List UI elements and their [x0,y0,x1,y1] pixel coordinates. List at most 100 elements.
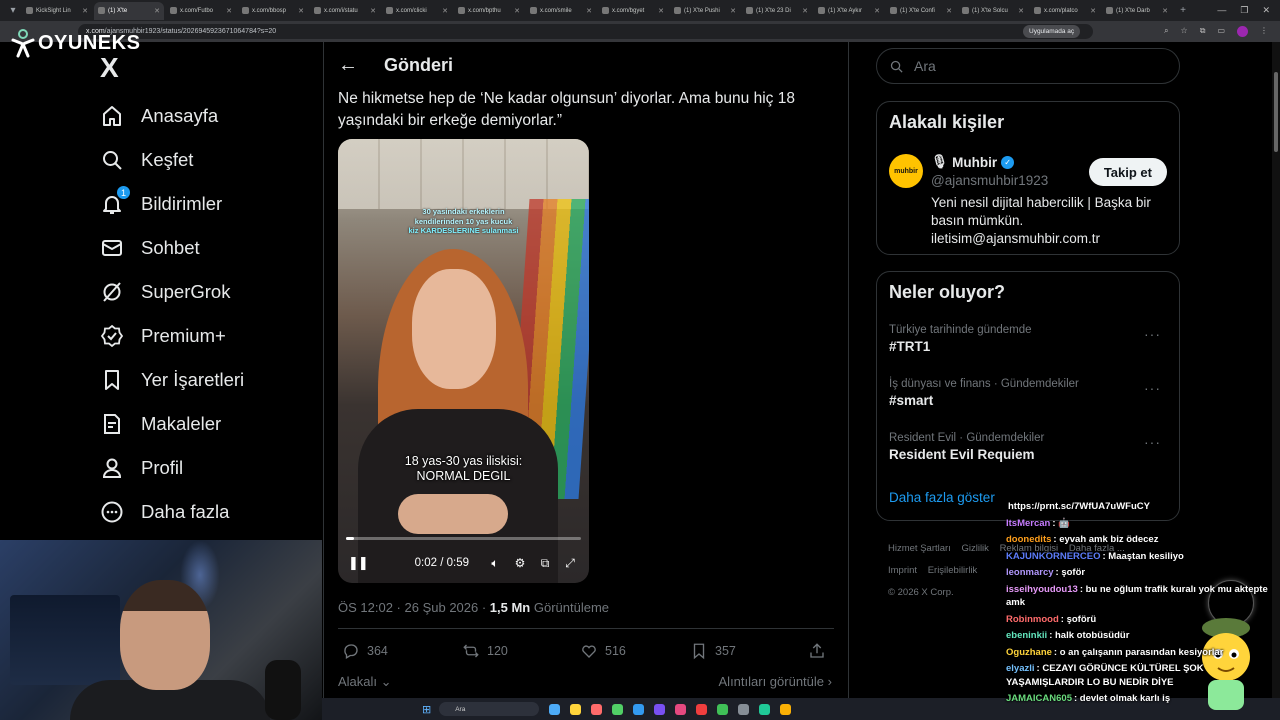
windows-start-icon[interactable]: ⊞ [422,703,431,716]
browser-tab[interactable]: KickSight Lin ✕ [22,2,92,20]
post-time[interactable]: ÖS 12:02 [338,600,393,615]
browser-tab[interactable]: x.com/clicki ✕ [382,2,452,20]
trend-item[interactable]: Resident Evil · Gündemdekiler Resident E… [889,432,1169,462]
nav-item-articles[interactable]: Makaleler [100,402,244,446]
post-date[interactable]: 26 Şub 2026 [405,600,479,615]
nav-item-notifications[interactable]: 1 Bildirimler [100,182,244,226]
taskbar-folder-icon[interactable] [570,703,582,715]
browser-tab[interactable]: x.com/Futbo ✕ [166,2,236,20]
taskbar-search[interactable]: Ara [439,702,540,716]
view-quotes-link[interactable]: Alıntıları görüntüle › [719,674,832,689]
zoom-icon[interactable]: ⌕ [1164,26,1168,37]
close-window-icon[interactable]: ✕ [1262,5,1270,16]
new-tab-button[interactable]: + [1174,3,1192,19]
tab-close-icon[interactable]: ✕ [1018,7,1024,15]
taskbar-chrome-icon[interactable] [612,703,624,715]
taskbar-app-icon[interactable] [675,703,687,715]
picture-in-picture-icon[interactable]: ⧉ [536,556,554,571]
footer-link[interactable]: Gizlilik [961,543,988,554]
sidebar-icon[interactable]: ▭ [1217,26,1225,37]
taskbar-app-icon[interactable] [738,703,750,715]
bookmark-button[interactable]: 357 [690,642,808,660]
nav-item-home[interactable]: Anasayfa [100,94,244,138]
tab-close-icon[interactable]: ✕ [946,7,952,15]
trend-item[interactable]: Türkiye tarihinde gündemde #TRT1 ··· [889,324,1169,354]
browser-tab[interactable]: (1) X'te Solcu ✕ [958,2,1028,20]
browser-tab[interactable]: x.com/i/statu ✕ [310,2,380,20]
menu-icon[interactable]: ⋮ [1260,26,1268,37]
open-in-app-chip[interactable]: Uygulamada aç [1023,25,1081,38]
taskbar-app-icon[interactable] [549,703,561,715]
browser-tab[interactable]: x.com/smile ✕ [526,2,596,20]
browser-tab[interactable]: x.com/bbosp ✕ [238,2,308,20]
browser-tab[interactable]: (1) X'te Aykır ✕ [814,2,884,20]
volume-icon[interactable]: 🔈︎ [486,556,504,571]
restore-icon[interactable]: ❐ [1240,5,1248,16]
tab-close-icon[interactable]: ✕ [514,7,520,15]
star-icon[interactable]: ☆ [1181,26,1188,37]
profile-avatar-icon[interactable] [1237,26,1248,37]
nav-item-profile[interactable]: Profil [100,446,244,490]
browser-tab[interactable]: (1) X'te Confi ✕ [886,2,956,20]
show-more-link[interactable]: Daha fazla göster [889,490,995,505]
pause-icon[interactable]: ❚❚ [348,555,369,571]
person-handle[interactable]: @ajansmuhbir1923 [931,173,1048,188]
tab-close-icon[interactable]: ✕ [874,7,880,15]
avatar[interactable]: muhbir [889,154,923,188]
sort-relevant-dropdown[interactable]: Alakalı ⌄ [338,674,392,690]
tab-close-icon[interactable]: ✕ [298,7,304,15]
footer-link[interactable]: Imprint [888,565,917,576]
video-progress-bar[interactable] [346,537,581,540]
trend-item[interactable]: İş dünyası ve finans · Gündemdekiler #sm… [889,378,1169,408]
reply-button[interactable]: 364 [342,642,462,660]
settings-icon[interactable]: ⚙︎ [511,556,529,570]
person-name[interactable]: 🎙︎ Muhbir ✓ [931,154,1015,170]
browser-tab[interactable]: (1) X'te Darb ✕ [1102,2,1172,20]
more-options-icon[interactable]: ··· [1144,326,1161,342]
tab-close-icon[interactable]: ✕ [82,7,88,15]
nav-item-supergrok[interactable]: SuperGrok [100,270,244,314]
browser-tab[interactable]: (1) X'te ✕ [94,1,164,20]
search-input[interactable]: Ara [876,48,1180,84]
like-button[interactable]: 516 [580,642,690,660]
more-options-icon[interactable]: ··· [1144,434,1161,450]
nav-item-messages[interactable]: Sohbet [100,226,244,270]
footer-link[interactable]: Hizmet Şartları [888,543,951,554]
follow-button[interactable]: Takip et [1088,158,1167,186]
tab-close-icon[interactable]: ✕ [226,7,232,15]
taskbar-discord-icon[interactable] [654,703,666,715]
tab-close-icon[interactable]: ✕ [1162,7,1168,15]
taskbar-app-icon[interactable] [591,703,603,715]
back-arrow-icon[interactable]: ← [338,54,358,77]
fullscreen-icon[interactable]: ⤢ [561,556,579,571]
browser-tab[interactable]: x.com/bpthu ✕ [454,2,524,20]
browser-tab[interactable]: (1) X'te Pushi ✕ [670,2,740,20]
share-button[interactable] [808,642,826,660]
extensions-icon[interactable]: ⧉ [1200,26,1206,37]
tab-search-icon[interactable]: ▾ [4,3,22,19]
tab-close-icon[interactable]: ✕ [1090,7,1096,15]
nav-item-explore[interactable]: Keşfet [100,138,244,182]
tab-close-icon[interactable]: ✕ [730,7,736,15]
page-scrollbar[interactable] [1272,42,1280,698]
taskbar-spotify-icon[interactable] [717,703,729,715]
tab-close-icon[interactable]: ✕ [442,7,448,15]
video-player[interactable]: 30 yasindaki erkeklerin kendilerinden 10… [338,139,589,583]
tab-close-icon[interactable]: ✕ [802,7,808,15]
repost-button[interactable]: 120 [462,642,580,660]
nav-item-premium[interactable]: Premium+ [100,314,244,358]
scrollbar-thumb[interactable] [1274,72,1278,152]
tab-close-icon[interactable]: ✕ [586,7,592,15]
url-field[interactable]: x.com/ajansmuhbir1923/status/20269459236… [78,24,1093,39]
taskbar-app-icon[interactable] [780,703,792,715]
more-options-icon[interactable]: ··· [1144,380,1161,396]
browser-tab[interactable]: x.com/bgyet ✕ [598,2,668,20]
browser-tab[interactable]: (1) X'te 23 Di ✕ [742,2,812,20]
taskbar-app-icon[interactable] [633,703,645,715]
nav-item-more[interactable]: Daha fazla [100,490,244,534]
nav-item-bookmarks[interactable]: Yer İşaretleri [100,358,244,402]
tab-close-icon[interactable]: ✕ [658,7,664,15]
tab-close-icon[interactable]: ✕ [154,7,160,15]
taskbar-app-icon[interactable] [759,703,771,715]
minimize-icon[interactable]: — [1217,5,1226,16]
